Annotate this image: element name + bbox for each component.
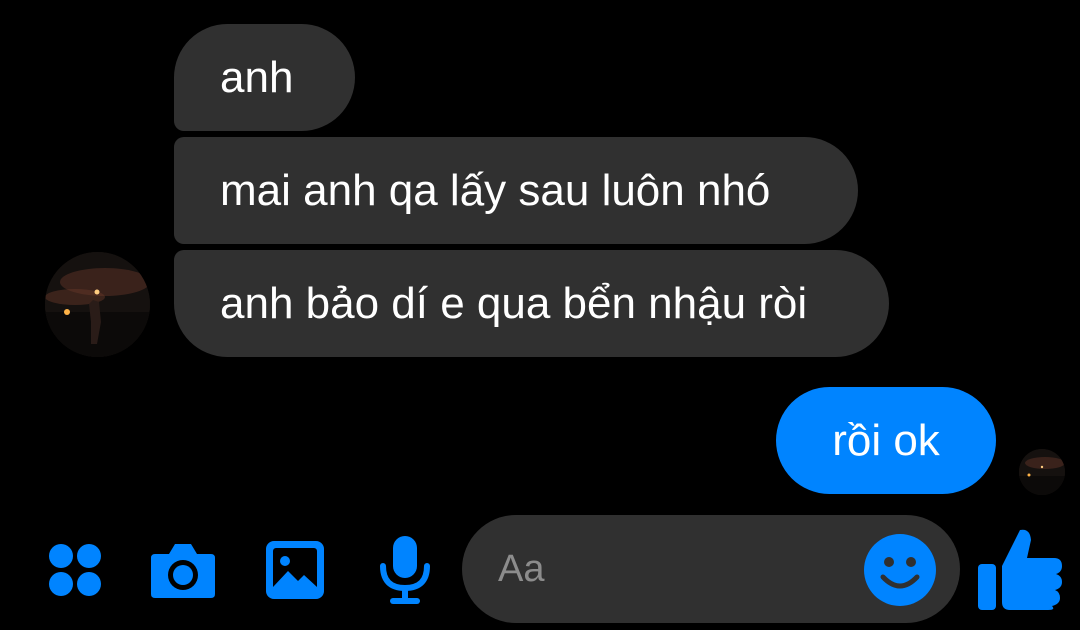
message-text: anh bảo dí e qua bển nhậu ròi: [220, 278, 808, 328]
read-receipt-photo: [1019, 449, 1065, 495]
emoji-icon[interactable]: [862, 532, 938, 608]
message-bubble-received[interactable]: mai anh qa lấy sau luôn nhó: [174, 137, 858, 244]
message-text: mai anh qa lấy sau luôn nhó: [220, 165, 771, 215]
message-text: rồi ok: [832, 415, 940, 465]
thumbs-up-icon[interactable]: [975, 523, 1065, 613]
message-composer[interactable]: [462, 515, 960, 623]
message-bubble-received[interactable]: anh: [174, 24, 355, 131]
microphone-icon[interactable]: [372, 532, 438, 608]
avatar-photo: [45, 252, 150, 357]
more-apps-icon[interactable]: [40, 535, 110, 605]
message-input[interactable]: [498, 543, 838, 595]
contact-avatar[interactable]: [45, 252, 150, 357]
message-bubble-received[interactable]: anh bảo dí e qua bển nhậu ròi: [174, 250, 889, 357]
message-bubble-sent[interactable]: rồi ok: [776, 387, 996, 494]
read-receipt-avatar: [1019, 449, 1065, 495]
camera-icon[interactable]: [146, 535, 220, 605]
message-text: anh: [220, 52, 294, 102]
gallery-icon[interactable]: [260, 535, 330, 605]
